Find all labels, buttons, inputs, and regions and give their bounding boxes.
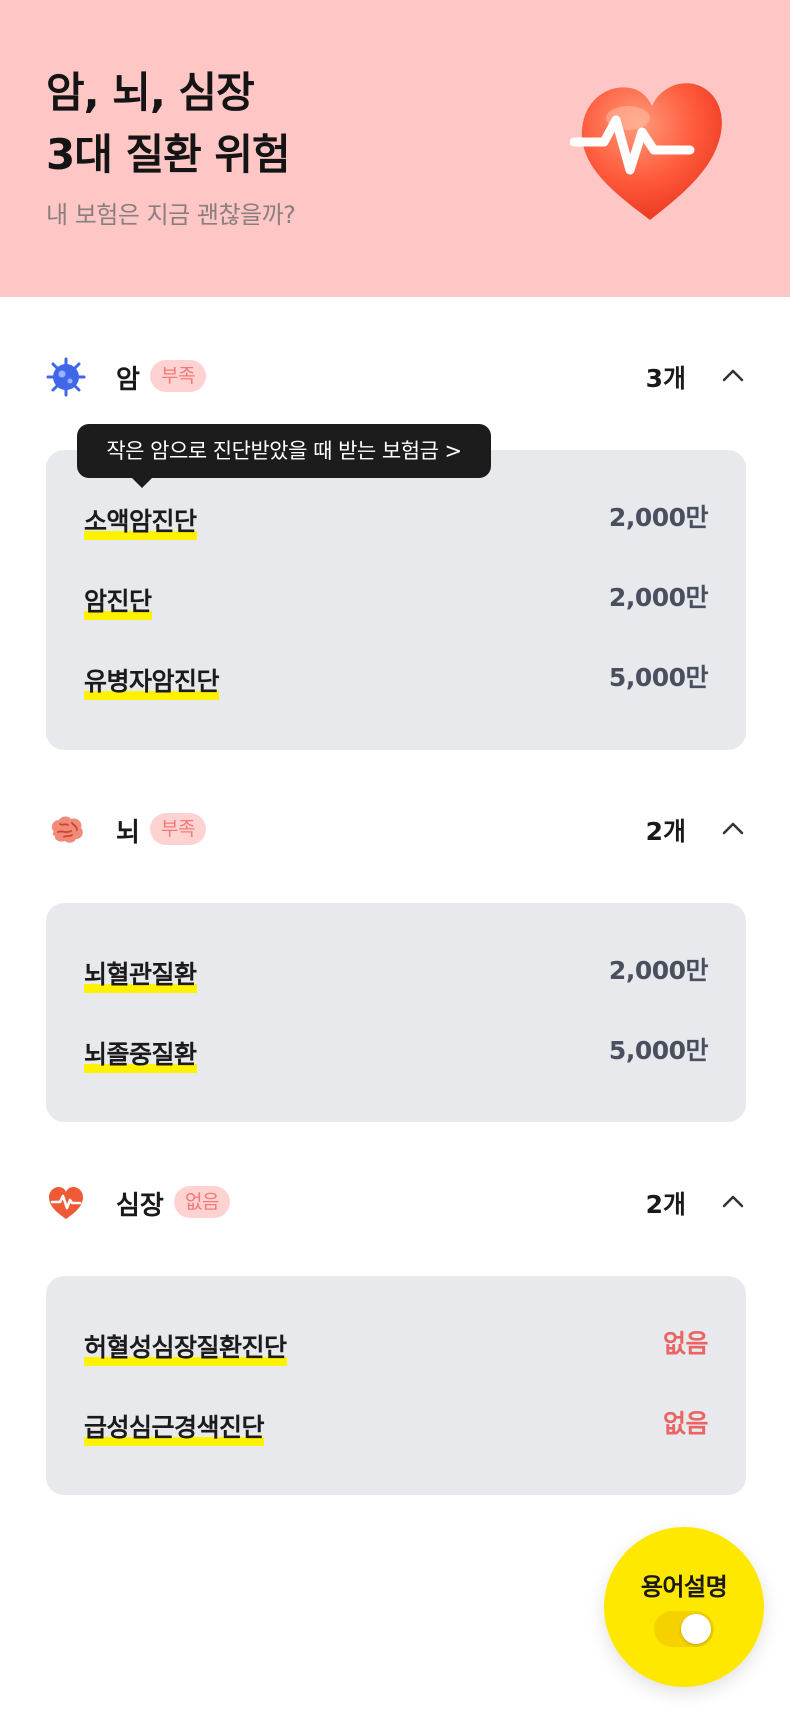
section-count: 3개 xyxy=(645,364,686,393)
page-title: 암, 뇌, 심장 3대 질환 위험 xyxy=(46,62,291,186)
coverage-row[interactable]: 허혈성심장질환진단 없음 xyxy=(84,1324,709,1370)
coverage-label[interactable]: 뇌혈관질환 xyxy=(84,955,197,993)
section-header-heart[interactable]: 심장 없음 2개 xyxy=(46,1178,746,1228)
page-title-line2: 3대 질환 위험 xyxy=(46,130,291,179)
coverage-amount: 5,000만 xyxy=(608,1036,709,1065)
coverage-amount: 없음 xyxy=(662,1329,709,1358)
glossary-toggle[interactable] xyxy=(654,1611,714,1647)
status-badge: 부족 xyxy=(150,813,206,845)
coverage-amount: 2,000만 xyxy=(608,583,709,612)
glossary-toggle-button[interactable]: 용어설명 xyxy=(604,1527,764,1687)
section-title: 암 xyxy=(116,365,140,395)
status-badge: 부족 xyxy=(150,360,206,392)
section-header-brain[interactable]: 뇌 부족 2개 xyxy=(46,805,746,855)
chevron-up-icon[interactable] xyxy=(720,818,746,838)
cancer-cell-icon xyxy=(46,357,86,397)
coverage-row[interactable]: 암진단 2,000만 xyxy=(84,578,709,624)
coverage-amount: 2,000만 xyxy=(608,956,709,985)
glossary-label: 용어설명 xyxy=(640,1573,728,1601)
term-tooltip[interactable]: 작은 암으로 진단받았을 때 받는 보험금 > xyxy=(77,424,491,478)
coverage-amount: 없음 xyxy=(662,1409,709,1438)
coverage-label[interactable]: 소액암진단 xyxy=(84,502,197,540)
coverage-row[interactable]: 소액암진단 2,000만 xyxy=(84,498,709,544)
heart-pulse-icon xyxy=(49,1187,83,1219)
coverage-card-brain: 뇌혈관질환 2,000만 뇌졸중질환 5,000만 xyxy=(46,903,746,1122)
coverage-card-cancer: 소액암진단 2,000만 암진단 2,000만 유병자암진단 5,000만 xyxy=(46,450,746,750)
coverage-label[interactable]: 유병자암진단 xyxy=(84,662,220,700)
section-count: 2개 xyxy=(645,817,686,846)
chevron-up-icon[interactable] xyxy=(720,365,746,385)
coverage-row[interactable]: 뇌졸중질환 5,000만 xyxy=(84,1031,709,1077)
toggle-knob xyxy=(681,1614,711,1644)
section-title: 뇌 xyxy=(116,818,140,848)
page-subtitle: 내 보험은 지금 괜찮을까? xyxy=(46,201,296,229)
coverage-row[interactable]: 급성심근경색진단 없음 xyxy=(84,1404,709,1450)
coverage-amount: 5,000만 xyxy=(608,663,709,692)
status-badge: 없음 xyxy=(174,1186,230,1218)
heart-pulse-icon xyxy=(570,83,722,221)
page-title-line1: 암, 뇌, 심장 xyxy=(46,68,255,117)
insurance-risk-page: 암, 뇌, 심장 3대 질환 위험 내 보험은 지금 괜찮을까? 암 부족 3개… xyxy=(0,0,790,1723)
chevron-up-icon[interactable] xyxy=(720,1191,746,1211)
brain-icon xyxy=(51,816,83,843)
hero-banner: 암, 뇌, 심장 3대 질환 위험 내 보험은 지금 괜찮을까? xyxy=(0,0,790,297)
coverage-row[interactable]: 유병자암진단 5,000만 xyxy=(84,658,709,704)
coverage-card-heart: 허혈성심장질환진단 없음 급성심근경색진단 없음 xyxy=(46,1276,746,1495)
coverage-row[interactable]: 뇌혈관질환 2,000만 xyxy=(84,951,709,997)
section-count: 2개 xyxy=(645,1190,686,1219)
coverage-label[interactable]: 뇌졸중질환 xyxy=(84,1035,197,1073)
coverage-amount: 2,000만 xyxy=(608,503,709,532)
coverage-label[interactable]: 급성심근경색진단 xyxy=(84,1408,265,1446)
coverage-label[interactable]: 허혈성심장질환진단 xyxy=(84,1328,287,1366)
tooltip-tail xyxy=(131,477,153,488)
section-header-cancer[interactable]: 암 부족 3개 xyxy=(46,352,746,402)
coverage-label[interactable]: 암진단 xyxy=(84,582,152,620)
section-title: 심장 xyxy=(116,1191,164,1221)
